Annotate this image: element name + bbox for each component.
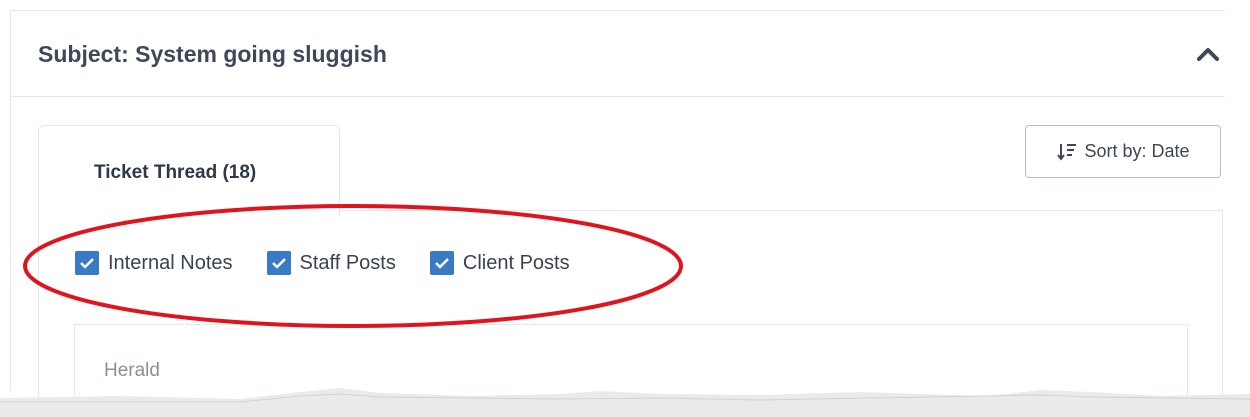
filter-label: Client Posts [462,251,570,274]
filter-internal-notes[interactable]: Internal Notes [75,251,233,275]
checkmark-icon [80,258,94,269]
post-author: Herald [104,360,160,381]
filter-staff-posts[interactable]: Staff Posts [266,251,396,275]
sort-label: Sort by: Date [1084,141,1190,161]
chevron-up-icon [1197,48,1219,61]
checkbox-internal-notes[interactable] [75,251,99,275]
tab-ticket-thread[interactable]: Ticket Thread (18) [38,125,340,216]
ticket-header: Subject: System going sluggish [11,11,1225,97]
filter-label: Internal Notes [108,251,233,274]
checkbox-staff-posts[interactable] [266,251,291,275]
filter-label: Staff Posts [299,251,396,274]
collapse-button[interactable] [1191,39,1225,69]
checkmark-icon [434,258,449,269]
thread-filters: Internal Notes Staff Posts Client Posts [75,251,570,275]
torn-edge [0,388,1250,417]
ticket-subject: Subject: System going sluggish [38,41,387,67]
checkmark-icon [271,258,286,269]
thread-content: Internal Notes Staff Posts Client Posts [38,210,1223,405]
tab-label: Ticket Thread (18) [94,162,257,183]
ticket-panel: Subject: System going sluggish Ticket Th… [10,10,1225,405]
sort-descending-icon [1057,143,1077,161]
filter-client-posts[interactable]: Client Posts [429,251,570,275]
sort-button[interactable]: Sort by: Date [1025,125,1221,178]
checkbox-client-posts[interactable] [429,251,454,275]
